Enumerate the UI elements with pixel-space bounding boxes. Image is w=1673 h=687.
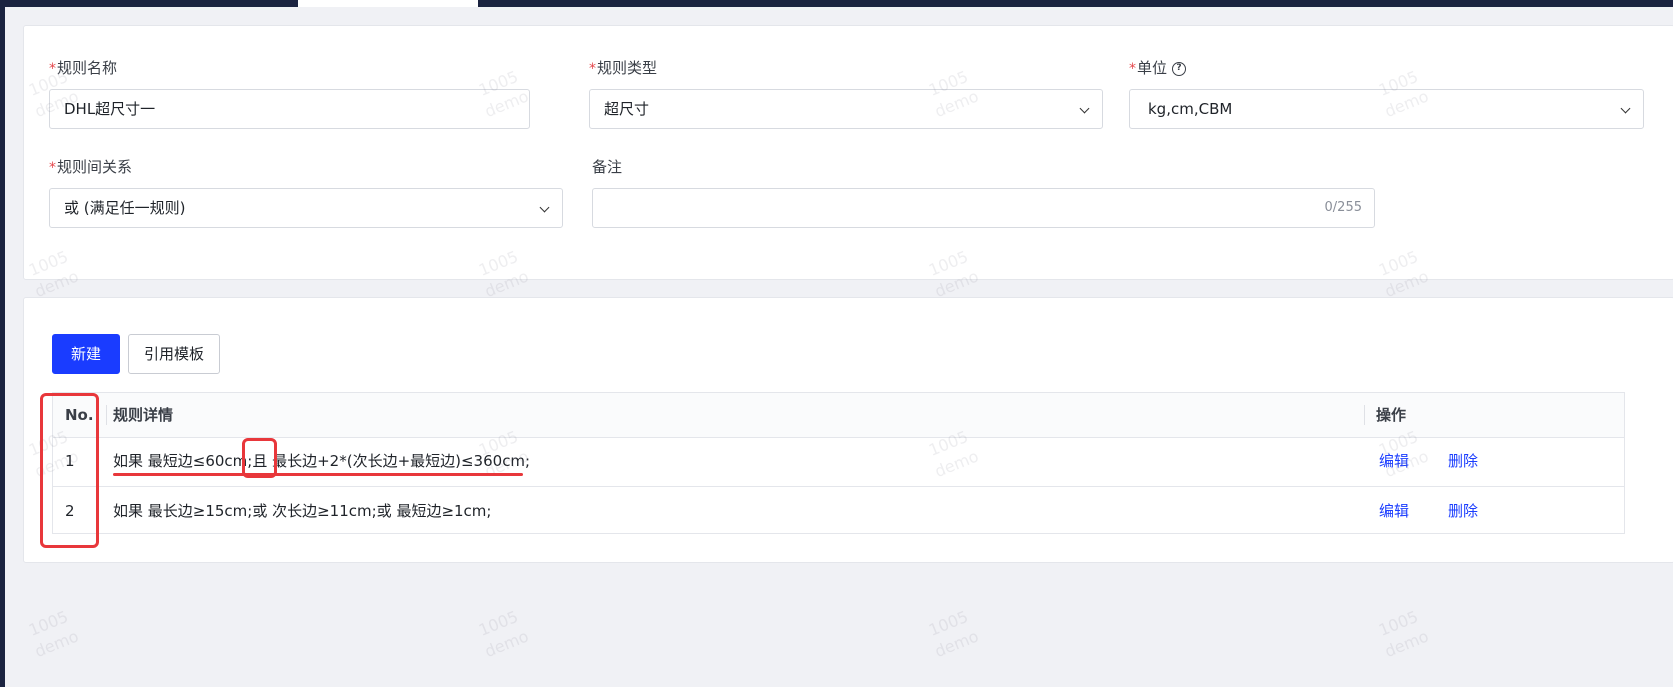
chevron-down-icon — [539, 202, 550, 213]
chevron-down-icon — [1079, 103, 1090, 114]
column-header-actions: 操作 — [1376, 406, 1407, 424]
active-tab-indicator[interactable] — [298, 0, 478, 7]
rule-relation-select[interactable]: 或 (满足任一规则) — [49, 188, 563, 228]
char-counter: 0/255 — [1324, 200, 1362, 215]
remark-input[interactable]: 0/255 — [592, 188, 1375, 228]
delete-link[interactable]: 删除 — [1448, 487, 1478, 536]
rule-name-label: *规则名称 — [49, 59, 118, 77]
watermark: 1005demo — [475, 606, 532, 662]
table-header: No. 规则详情 操作 — [53, 393, 1624, 438]
new-rule-button[interactable]: 新建 — [52, 334, 120, 374]
unit-field: *单位? kg,cm,CBM — [1129, 57, 1644, 129]
rule-name-field: *规则名称 DHL超尺寸一 — [49, 57, 530, 129]
remark-label: 备注 — [592, 158, 623, 176]
chevron-down-icon — [1620, 103, 1631, 114]
unit-select[interactable]: kg,cm,CBM — [1129, 89, 1644, 129]
delete-link[interactable]: 删除 — [1448, 437, 1478, 486]
edit-link[interactable]: 编辑 — [1379, 487, 1409, 536]
watermark: 1005demo — [1375, 606, 1432, 662]
table-row: 2 如果 最长边≥15cm;或 次长边≥11cm;或 最短边≥1cm; 编辑 删… — [53, 487, 1624, 536]
rule-detail: 如果 最长边≥15cm;或 次长边≥11cm;或 最短边≥1cm; — [113, 502, 492, 520]
table-row: 1 如果 最短边≤60cm;且 最长边+2*(次长边+最短边)≤360cm; 编… — [53, 437, 1624, 487]
rules-table: No. 规则详情 操作 1 如果 最短边≤60cm;且 最长边+2*(次长边+最… — [52, 392, 1625, 534]
column-header-no: No. — [65, 406, 94, 424]
unit-label: *单位? — [1129, 57, 1644, 79]
watermark: 1005demo — [25, 606, 82, 662]
help-icon[interactable]: ? — [1172, 61, 1187, 76]
edit-link[interactable]: 编辑 — [1379, 437, 1409, 486]
row-number: 1 — [65, 452, 75, 470]
top-nav-bar — [0, 0, 1673, 7]
column-divider — [106, 405, 107, 425]
remark-field: 备注 0/255 — [592, 156, 1375, 228]
rule-form-card: *规则名称 DHL超尺寸一 *规则类型 超尺寸 *单位? kg,cm,CBM *… — [23, 25, 1673, 280]
use-template-button[interactable]: 引用模板 — [128, 334, 220, 374]
left-nav-strip — [0, 7, 5, 687]
row-number: 2 — [65, 502, 75, 520]
rule-type-label: *规则类型 — [589, 59, 658, 77]
column-divider — [1364, 405, 1365, 425]
column-header-detail: 规则详情 — [113, 406, 174, 424]
rule-relation-label: *规则间关系 — [49, 158, 133, 176]
rule-name-input[interactable]: DHL超尺寸一 — [49, 89, 530, 129]
rule-detail: 如果 最短边≤60cm;且 最长边+2*(次长边+最短边)≤360cm; — [113, 452, 531, 470]
rule-type-field: *规则类型 超尺寸 — [589, 57, 1103, 129]
rule-type-select[interactable]: 超尺寸 — [589, 89, 1103, 129]
rules-card: 新建 引用模板 No. 规则详情 操作 1 如果 最短边≤60cm;且 最长边+… — [23, 297, 1673, 563]
watermark: 1005demo — [925, 606, 982, 662]
rule-relation-field: *规则间关系 或 (满足任一规则) — [49, 156, 563, 228]
